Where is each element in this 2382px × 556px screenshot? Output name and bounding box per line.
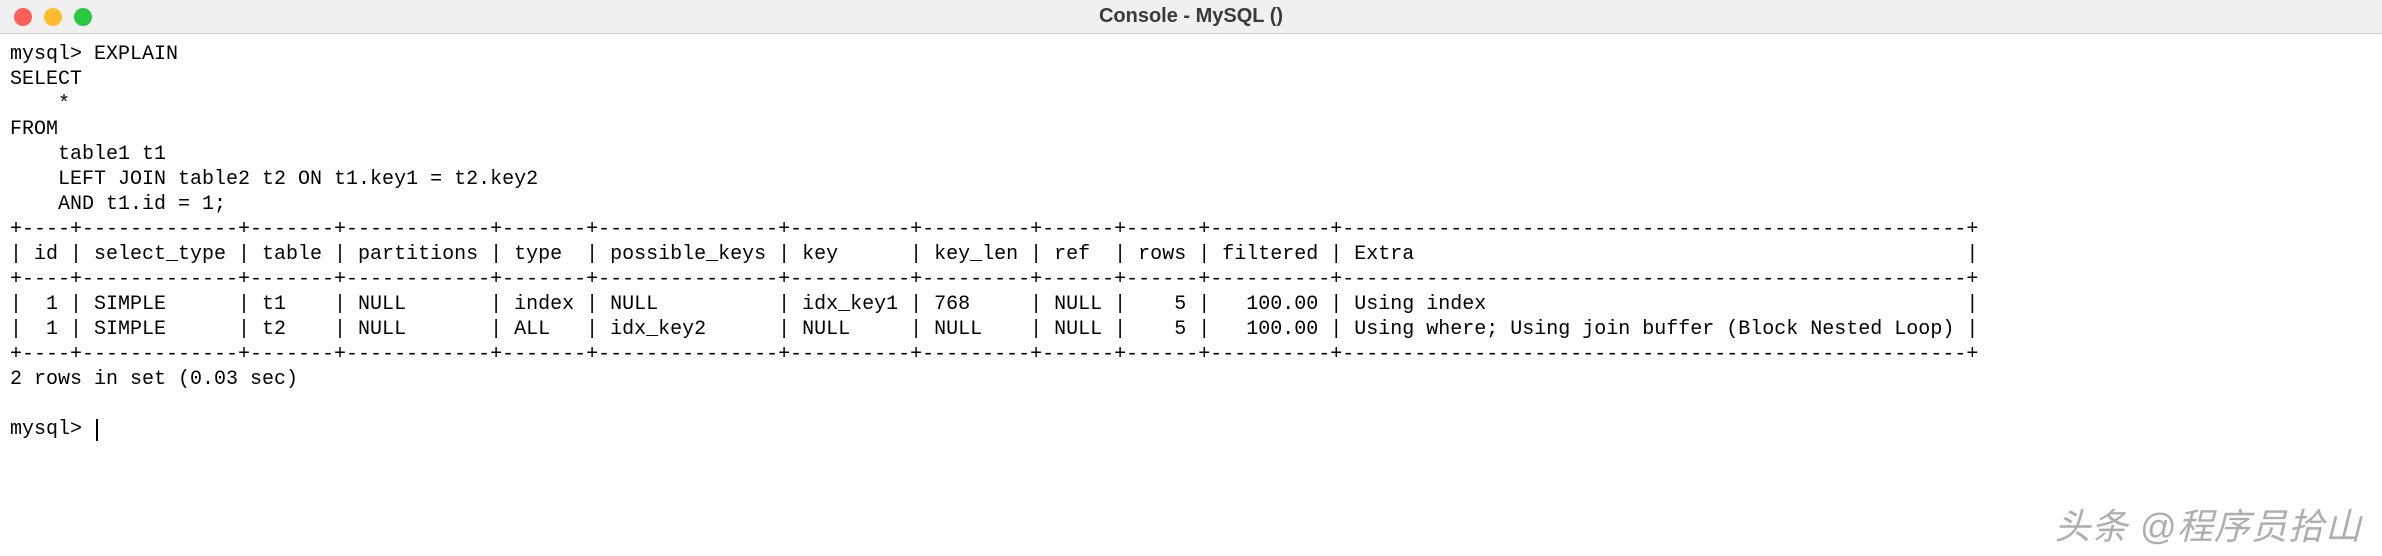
- window-titlebar: Console - MySQL (): [0, 0, 2382, 34]
- query-line: LEFT JOIN table2 t2 ON t1.key1 = t2.key2: [10, 168, 538, 191]
- maximize-icon[interactable]: [74, 8, 92, 26]
- query-line: mysql> EXPLAIN: [10, 43, 178, 66]
- query-line: AND t1.id = 1;: [10, 193, 226, 216]
- terminal-output[interactable]: mysql> EXPLAIN SELECT * FROM table1 t1 L…: [0, 34, 2382, 450]
- cursor-icon: [96, 419, 98, 441]
- query-line: table1 t1: [10, 143, 166, 166]
- window-title: Console - MySQL (): [1099, 5, 1283, 28]
- table-header: | id | select_type | table | partitions …: [10, 243, 1978, 266]
- query-line: FROM: [10, 118, 58, 141]
- traffic-lights: [0, 8, 92, 26]
- minimize-icon[interactable]: [44, 8, 62, 26]
- table-row: | 1 | SIMPLE | t1 | NULL | index | NULL …: [10, 293, 1978, 316]
- query-line: *: [10, 93, 70, 116]
- table-border: +----+-------------+-------+------------…: [10, 343, 1978, 366]
- table-border: +----+-------------+-------+------------…: [10, 268, 1978, 291]
- table-border: +----+-------------+-------+------------…: [10, 218, 1978, 241]
- result-summary: 2 rows in set (0.03 sec): [10, 368, 298, 391]
- query-line: SELECT: [10, 68, 82, 91]
- watermark: 头条 @程序员拾山: [2054, 498, 2362, 550]
- table-row: | 1 | SIMPLE | t2 | NULL | ALL | idx_key…: [10, 318, 1978, 341]
- close-icon[interactable]: [14, 8, 32, 26]
- prompt: mysql>: [10, 418, 94, 441]
